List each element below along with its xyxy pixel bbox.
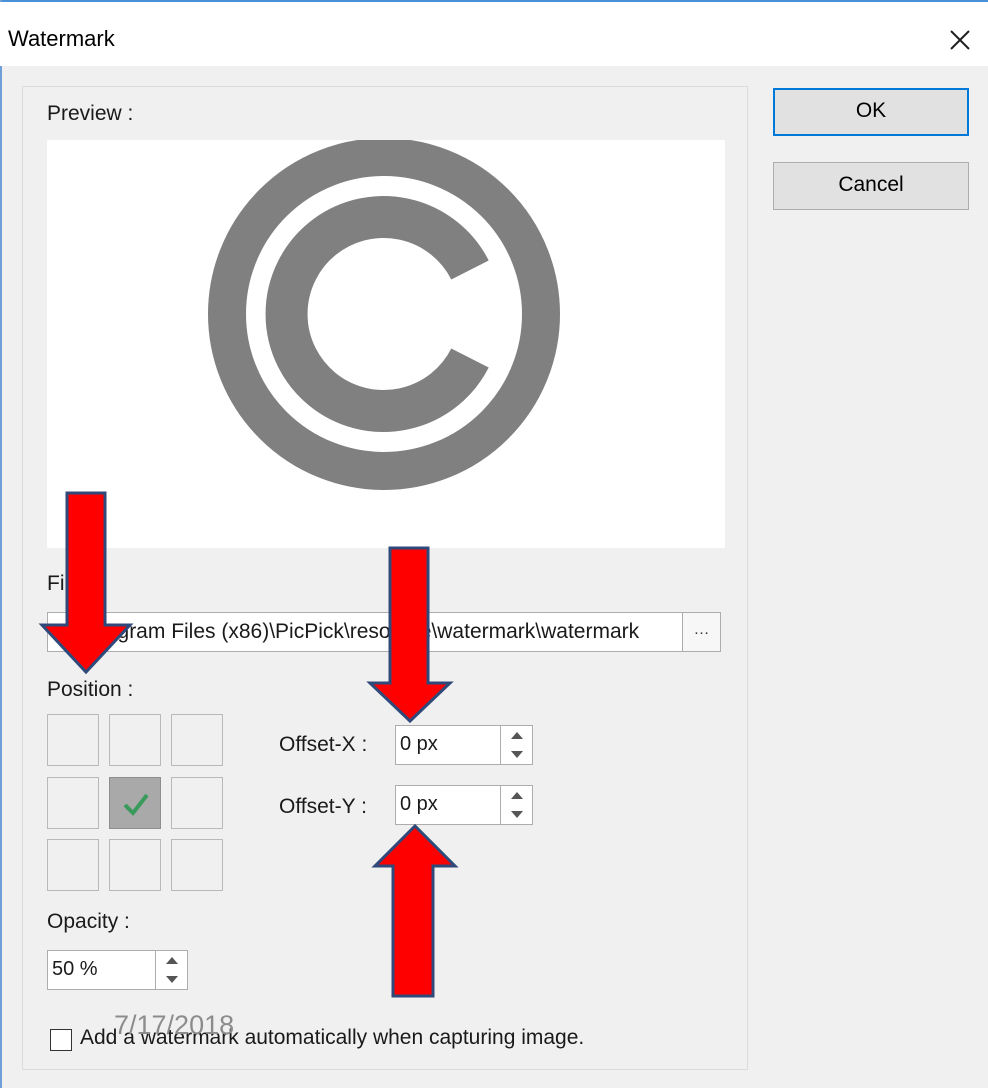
annotation-overlay [38,491,459,998]
arrow-down-position [38,491,134,675]
arrow-up-offset-y [371,823,459,998]
arrow-down-offset-x [366,546,454,724]
